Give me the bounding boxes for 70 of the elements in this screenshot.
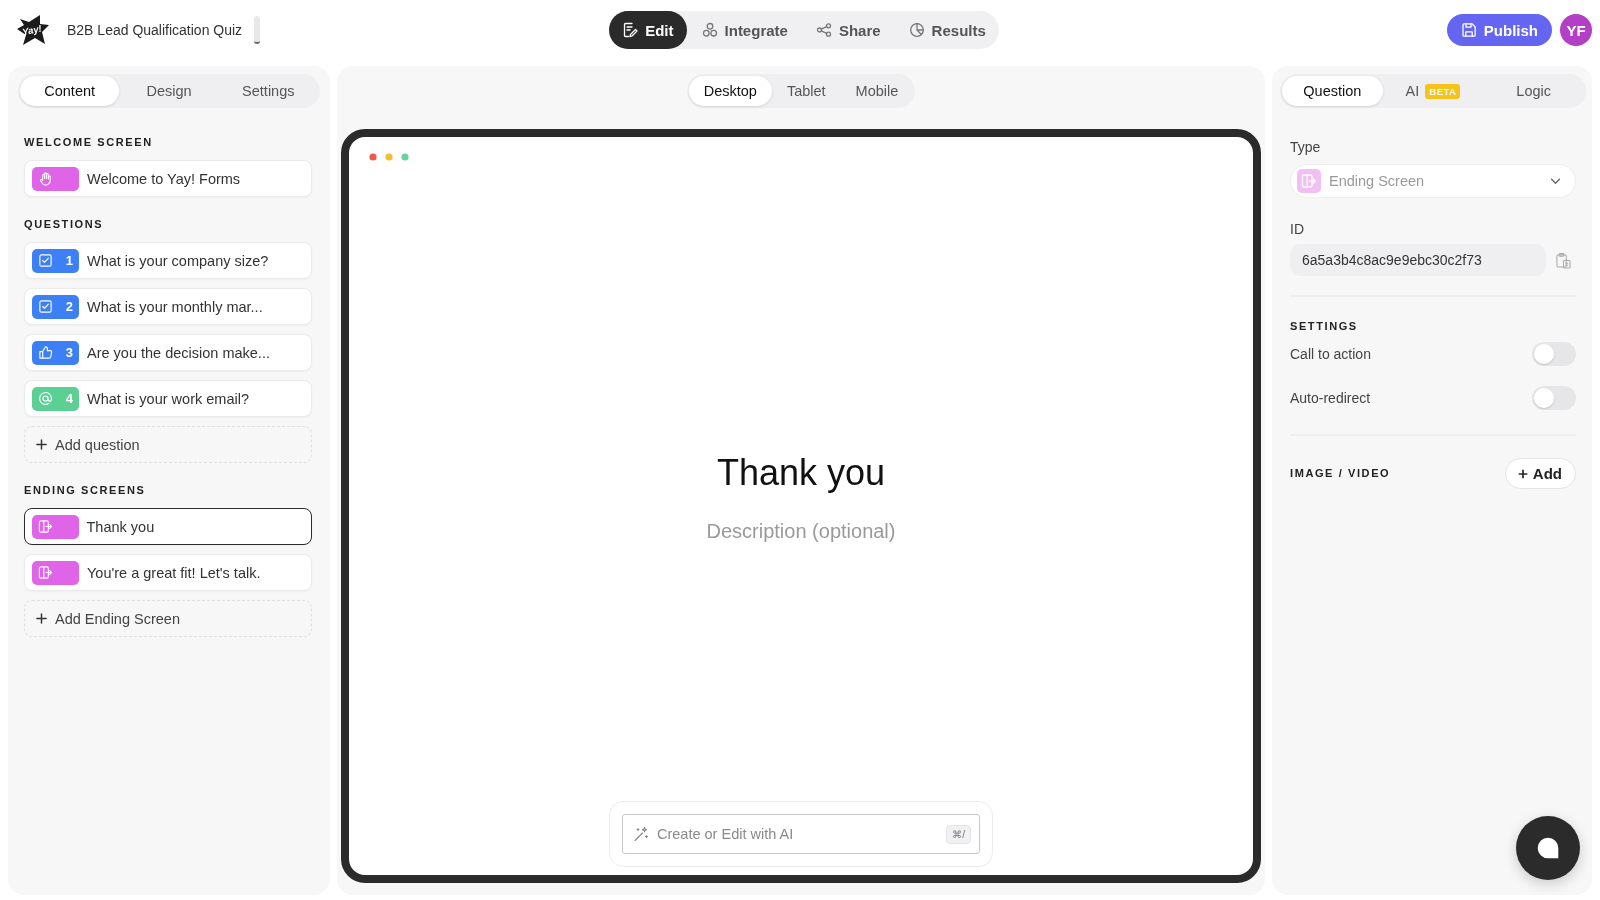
setting-label: Auto-redirect (1290, 390, 1371, 406)
question-item[interactable]: 3 Are you the decision make... (24, 334, 312, 371)
exit-door-icon (1297, 169, 1321, 193)
shortcut-key: ⌘/ (946, 824, 971, 844)
exit-door-icon (37, 519, 53, 534)
yay-logo[interactable]: Yay! (16, 14, 50, 46)
at-sign-icon (38, 391, 53, 406)
welcome-screen-item[interactable]: Welcome to Yay! Forms (24, 160, 312, 197)
add-item-button[interactable]: Add Ending Screen (24, 600, 312, 637)
device-tab[interactable]: Tablet (771, 76, 841, 106)
hand-icon (38, 171, 53, 186)
nav-tab[interactable]: Share (802, 11, 894, 49)
user-avatar[interactable]: YF (1560, 14, 1592, 46)
thumbs-up-icon (38, 345, 53, 360)
plus-icon (36, 439, 47, 450)
ai-prompt-input[interactable]: Create or Edit with AI (657, 824, 939, 844)
section-heading: ENDING SCREENS (24, 484, 147, 497)
panel-tab[interactable]: Logic (1483, 76, 1584, 106)
clipboard-icon[interactable] (1556, 251, 1571, 269)
ending-screen-item[interactable]: Thank you (24, 508, 312, 545)
checkbox-icon (38, 253, 53, 268)
description-field[interactable]: Description (optional) (661, 518, 941, 544)
panel-tab[interactable]: Settings (218, 76, 318, 106)
question-number: 3 (65, 345, 73, 360)
chat-bubble-icon (1535, 835, 1561, 861)
publish-button[interactable]: Publish (1446, 14, 1552, 46)
add-item-button[interactable]: Add question (24, 426, 312, 463)
exit-door-icon (38, 565, 53, 580)
id-field[interactable]: 6a5a3b4c8ac9e9ebc30c2f73 (1290, 244, 1546, 276)
section-heading: QUESTIONS (24, 218, 105, 231)
panel-tab[interactable]: AI BETA (1382, 76, 1484, 106)
toggle-switch[interactable] (1532, 342, 1576, 366)
three-circles-icon (701, 22, 718, 38)
form-title[interactable]: B2B Lead Qualification Quiz (67, 22, 243, 38)
question-item[interactable]: 1 What is your company size? (24, 242, 312, 279)
add-media-button[interactable]: Add (1504, 458, 1576, 489)
nav-tab[interactable]: Results (895, 11, 999, 49)
question-number: 1 (65, 253, 73, 268)
field-label: Type (1290, 139, 1322, 155)
device-tab[interactable]: Mobile (840, 76, 914, 106)
question-number: 2 (65, 299, 73, 314)
panel-tab[interactable]: Design (119, 76, 219, 106)
magic-wand-icon (633, 826, 649, 842)
question-item[interactable]: 2 What is your monthly mar... (24, 288, 312, 325)
field-label: ID (1290, 221, 1305, 237)
question-item[interactable]: 4 What is your work email? (24, 380, 312, 417)
device-tab[interactable]: Desktop (688, 76, 772, 106)
section-heading: SETTINGS (1290, 320, 1359, 333)
question-number: 4 (65, 391, 73, 406)
toggle-switch[interactable] (1532, 386, 1576, 410)
nav-tab[interactable]: Edit (609, 11, 687, 49)
section-heading: WELCOME SCREEN (24, 136, 154, 149)
pie-chart-icon (908, 22, 925, 38)
checkbox-icon (38, 299, 53, 314)
plus-icon (36, 613, 47, 624)
title-edit-handle (254, 16, 261, 44)
section-heading: IMAGE / VIDEO (1290, 467, 1391, 480)
beta-label: BETA (1425, 83, 1461, 99)
window-controls-icon (369, 153, 409, 161)
panel-tab[interactable]: Question (1282, 76, 1383, 106)
nav-tab[interactable]: Integrate (688, 11, 801, 49)
screen-title[interactable]: Thank you (716, 452, 886, 494)
setting-label: Call to action (1290, 346, 1371, 362)
plus-icon (1517, 468, 1528, 479)
panel-tab[interactable]: Content (20, 76, 120, 106)
edit-icon (622, 22, 639, 38)
ai-prompt-field[interactable]: Create or Edit with AI ⌘/ (622, 814, 980, 854)
ending-screen-item[interactable]: You're a great fit! Let's talk. (24, 554, 312, 591)
chevron-down-icon (1550, 177, 1561, 185)
share-icon (815, 22, 832, 38)
